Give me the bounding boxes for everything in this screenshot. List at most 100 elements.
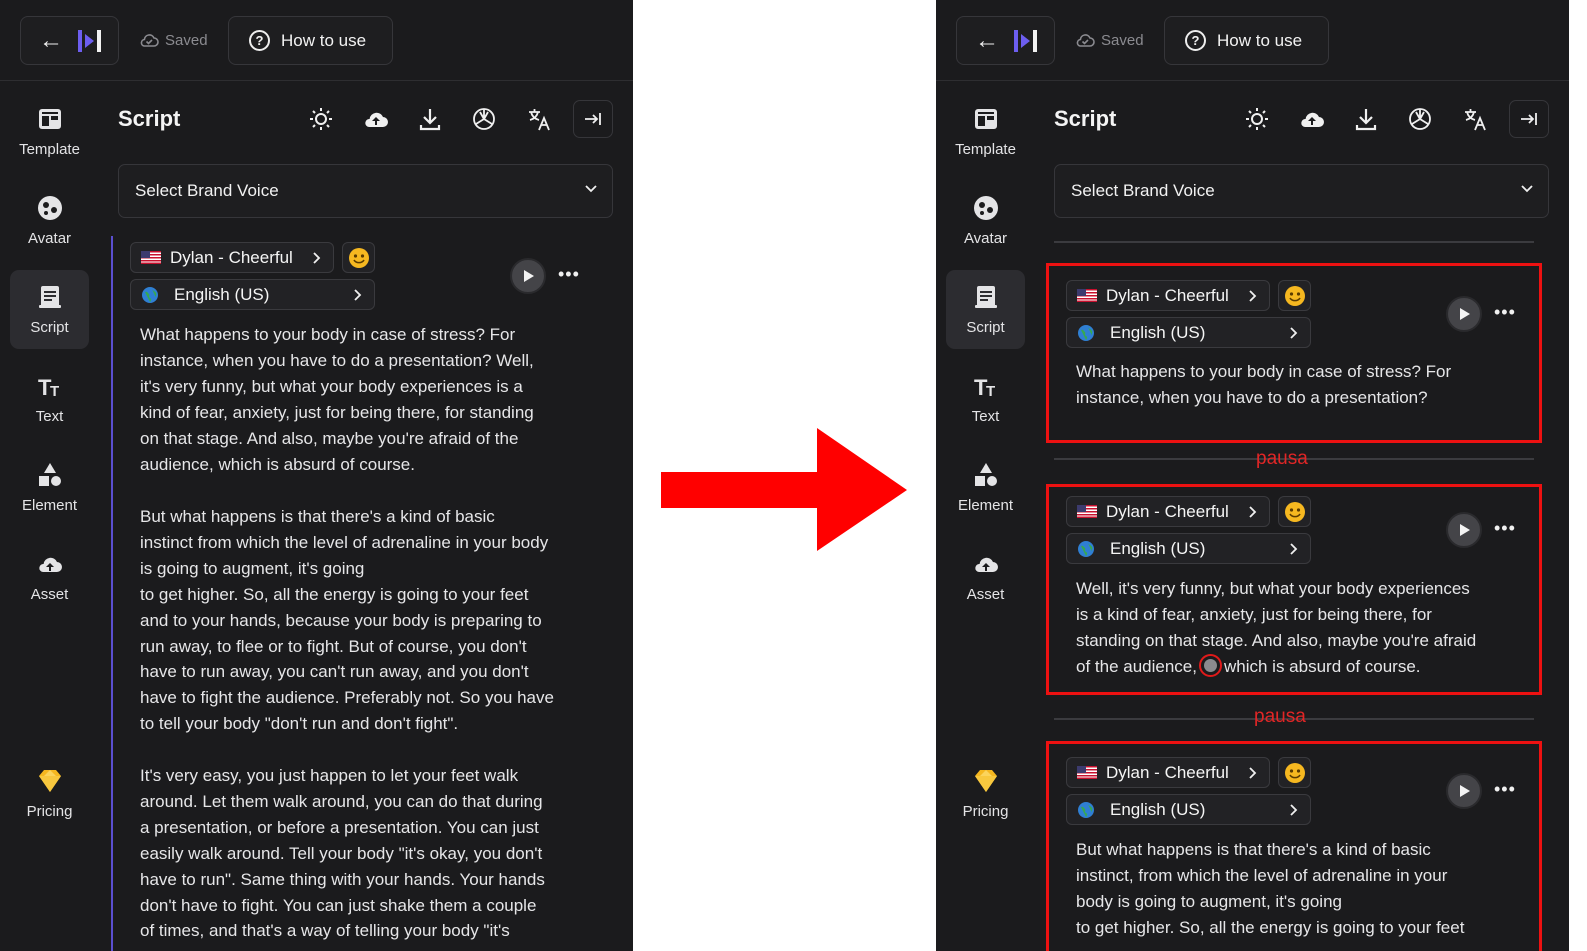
voice-selector[interactable]: Dylan - Cheerful (1066, 280, 1270, 311)
language-name: English (US) (1110, 538, 1206, 558)
script-paragraph[interactable]: Well, it's very funny, but what your bod… (1076, 576, 1476, 680)
paragraph-line: have to run". Same thing with your hands… (140, 869, 545, 889)
how-to-use-button[interactable]: ? How to use (228, 16, 393, 65)
voice-selector[interactable]: Dylan - Cheerful (130, 242, 334, 273)
us-flag-icon (1077, 289, 1097, 302)
us-flag-icon (1077, 505, 1097, 518)
script-paragraph[interactable]: What happens to your body in case of str… (1076, 359, 1451, 411)
paragraph-line: kind of fear, anxiety, just for being th… (140, 402, 534, 422)
sidebar-item-label: Template (955, 141, 1016, 158)
text-icon: TT (38, 375, 59, 400)
globe-icon (1078, 540, 1094, 557)
help-icon: ? (249, 30, 270, 51)
voice-name: Dylan - Cheerful (1106, 762, 1229, 782)
more-options-button[interactable]: ••• (1494, 303, 1515, 321)
play-button[interactable] (1446, 773, 1482, 809)
avatar-icon (37, 196, 62, 220)
sidebar-item-asset[interactable]: Asset (946, 537, 1025, 616)
paragraph-line: instance, when you have to do a presenta… (140, 350, 534, 370)
paragraph-line: Well, it's very funny, but what your bod… (1076, 579, 1470, 598)
sidebar-item-template[interactable]: Template (10, 92, 89, 171)
script-paragraph[interactable]: It's very easy, you just happen to let y… (140, 763, 545, 944)
translate-icon[interactable] (1462, 106, 1488, 132)
back-button[interactable]: ← (20, 16, 119, 65)
sidebar-item-label: Element (957, 497, 1014, 514)
cloud-upload-icon[interactable] (363, 106, 389, 132)
sidebar-item-element[interactable]: Element (10, 448, 89, 527)
paragraph-line: instinct from which the level of adrenal… (140, 532, 549, 552)
saved-status: Saved (139, 30, 208, 50)
sidebar-item-label: Template (19, 141, 80, 158)
voice-selector[interactable]: Dylan - Cheerful (1066, 496, 1270, 527)
sidebar-item-label: Avatar (27, 230, 72, 247)
sidebar-item-template[interactable]: Template (946, 92, 1025, 171)
script-paragraph[interactable]: What happens to your body in case of str… (140, 322, 534, 477)
language-selector[interactable]: English (US) (1066, 533, 1311, 564)
paragraph-last-line: of the audience, which is absurd of cours… (1076, 653, 1476, 680)
openai-icon[interactable] (1407, 106, 1433, 132)
sidebar-item-pricing[interactable]: Pricing (10, 754, 89, 833)
globe-icon (142, 286, 158, 303)
how-to-use-button[interactable]: ? How to use (1164, 16, 1329, 65)
emotion-button[interactable] (1278, 280, 1311, 311)
more-options-button[interactable]: ••• (1494, 519, 1515, 537)
back-button[interactable]: ← (956, 16, 1055, 65)
script-paragraph[interactable]: But what happens is that there's a kind … (1076, 837, 1464, 941)
sidebar-item-text[interactable]: TT Text (10, 359, 89, 438)
editor-panel-before: ← Saved ? How to use Template Avatar Scr… (0, 0, 633, 951)
globe-icon (1078, 801, 1094, 818)
sidebar-item-script[interactable]: Script (10, 270, 89, 349)
language-selector[interactable]: English (US) (130, 279, 375, 310)
sidebar-item-label: Text (35, 408, 64, 425)
emotion-button[interactable] (1278, 496, 1311, 527)
sidebar-item-pricing[interactable]: Pricing (946, 754, 1025, 833)
language-selector[interactable]: English (US) (1066, 317, 1311, 348)
script-paragraph[interactable]: But what happens is that there's a kind … (140, 504, 554, 737)
collapse-panel-button[interactable] (573, 100, 613, 138)
collapse-panel-button[interactable] (1509, 100, 1549, 138)
sidebar-item-label: Pricing (26, 803, 73, 820)
paragraph-line: is going to augment, it's going (140, 558, 365, 578)
paragraph-line: and to your hands, because your body is … (140, 610, 542, 630)
brand-voice-select[interactable]: Select Brand Voice (1054, 164, 1549, 218)
play-button[interactable] (1446, 512, 1482, 548)
app-logo-icon (78, 30, 101, 52)
sidebar-item-label: Pricing (962, 803, 1009, 820)
globe-icon (1078, 324, 1094, 341)
diamond-icon (974, 770, 997, 792)
saved-status: Saved (1075, 30, 1144, 50)
chevron-down-icon (1521, 185, 1533, 193)
play-button[interactable] (1446, 296, 1482, 332)
download-icon[interactable] (1353, 106, 1379, 132)
openai-icon[interactable] (471, 106, 497, 132)
paragraph-line: It's very easy, you just happen to let y… (140, 766, 519, 785)
play-button[interactable] (510, 258, 546, 294)
voice-name: Dylan - Cheerful (170, 247, 293, 267)
sidebar-item-script[interactable]: Script (946, 270, 1025, 349)
sidebar-item-avatar[interactable]: Avatar (10, 181, 89, 260)
more-options-button[interactable]: ••• (1494, 780, 1515, 798)
sidebar-item-asset[interactable]: Asset (10, 537, 89, 616)
sidebar-item-text[interactable]: TT Text (946, 359, 1025, 438)
translate-icon[interactable] (526, 106, 552, 132)
sidebar-item-avatar[interactable]: Avatar (946, 181, 1025, 260)
voice-selector[interactable]: Dylan - Cheerful (1066, 757, 1270, 788)
cloud-upload-icon[interactable] (1299, 106, 1325, 132)
chevron-right-icon (313, 252, 321, 264)
emotion-button[interactable] (342, 242, 375, 273)
sidebar-item-element[interactable]: Element (946, 448, 1025, 527)
emotion-button[interactable] (1278, 757, 1311, 788)
pause-clock-icon[interactable] (1198, 653, 1222, 677)
language-selector[interactable]: English (US) (1066, 794, 1311, 825)
paragraph-line: But what happens is that there's a kind … (140, 507, 495, 526)
paragraph-line: What happens to your body in case of str… (1076, 362, 1452, 381)
chevron-right-icon (1249, 290, 1257, 302)
paragraph-line: audience, which is absurd of course. (140, 454, 415, 474)
download-icon[interactable] (417, 106, 443, 132)
paragraph-line: But what happens is that there's a kind … (1076, 840, 1431, 859)
brand-voice-select[interactable]: Select Brand Voice (118, 164, 613, 218)
paragraph-line: is a kind of fear, anxiety, just for bei… (1076, 604, 1432, 624)
sun-icon[interactable] (308, 106, 334, 132)
more-options-button[interactable]: ••• (558, 265, 579, 283)
sun-icon[interactable] (1244, 106, 1270, 132)
